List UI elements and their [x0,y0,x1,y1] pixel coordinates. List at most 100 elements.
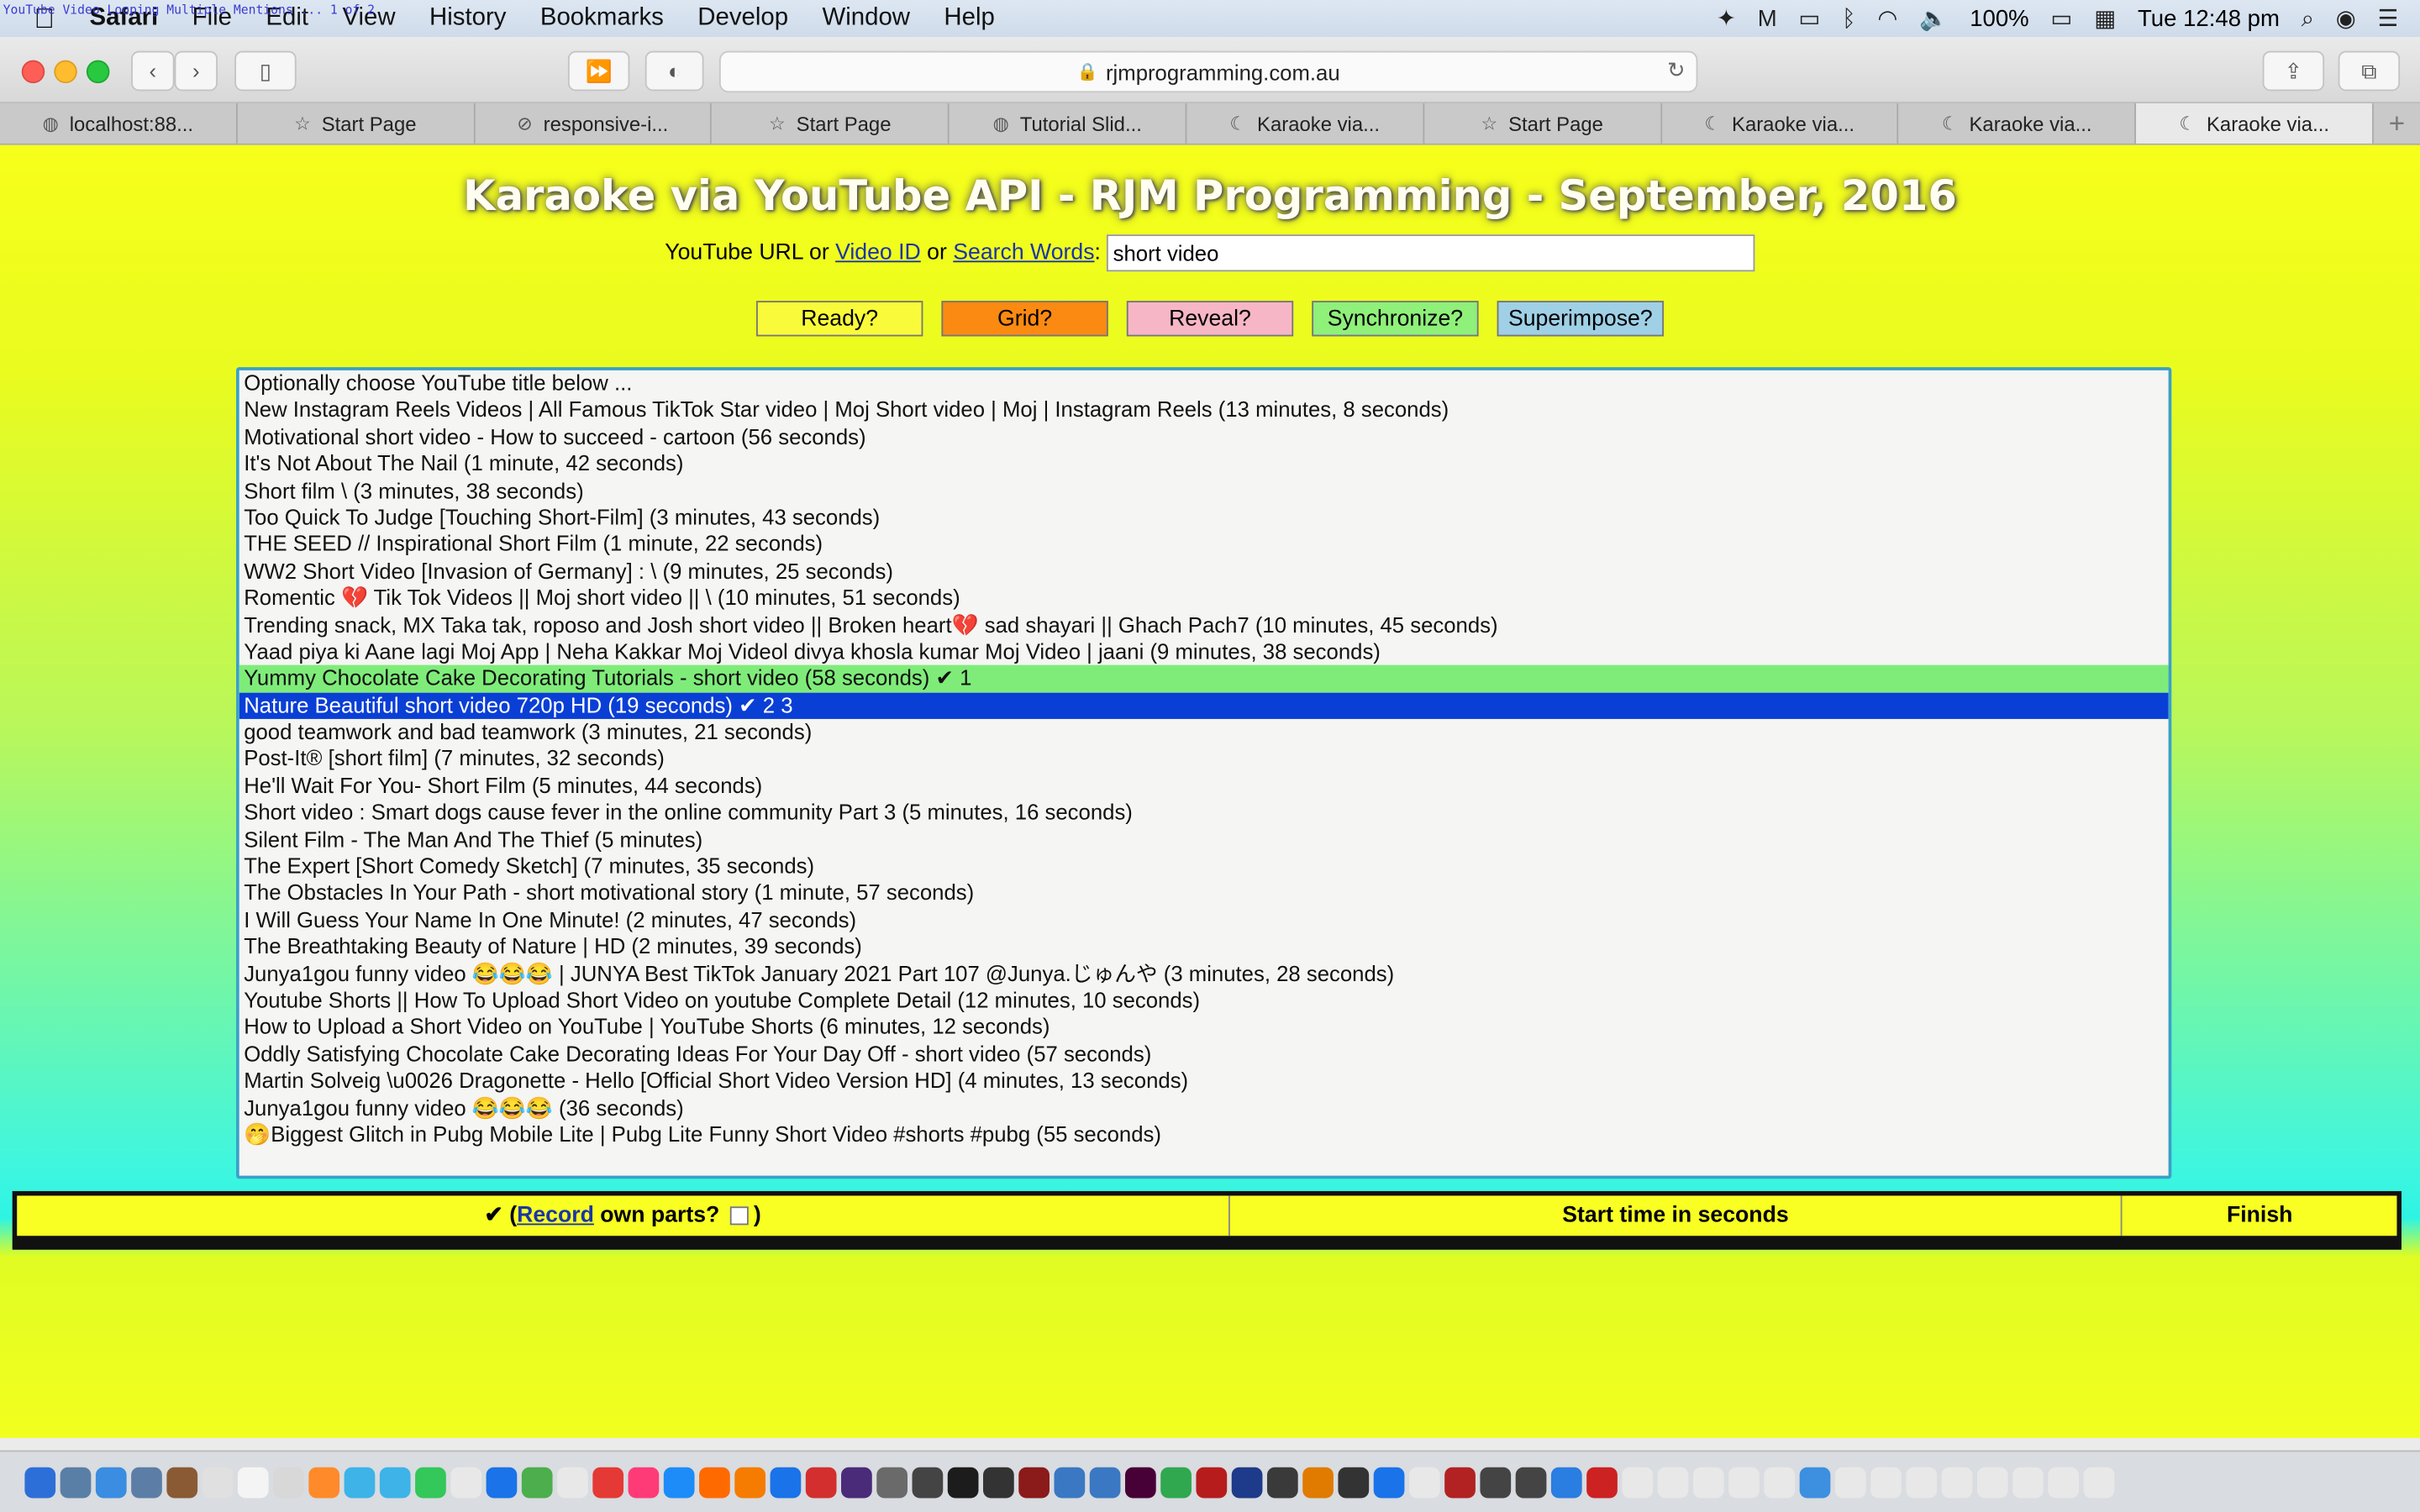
listbox-option[interactable]: Yaad piya ki Aane lagi Moj App | Neha Ka… [239,638,2169,665]
calendar-icon[interactable]: ▦ [2094,5,2116,32]
record-link[interactable]: Record [517,1204,594,1228]
airplay-icon[interactable]: ▭ [1798,5,1820,32]
dock-app-icon[interactable] [1728,1467,1760,1499]
listbox-option[interactable]: Optionally choose YouTube title below ..… [239,370,2169,397]
dock-app-icon[interactable] [1408,1467,1440,1499]
dock-app-icon[interactable] [841,1467,872,1499]
menu-history[interactable]: History [429,5,506,33]
tab-overview-button[interactable]: ⧉ [2338,50,2401,92]
listbox-option[interactable]: Silent Film - The Man And The Thief (5 m… [239,827,2169,853]
dock-app-icon[interactable] [1373,1467,1405,1499]
dock-app-icon[interactable] [1480,1467,1512,1499]
malwarebytes-icon[interactable]: M [1758,5,1777,31]
share-button[interactable]: ⇪ [2262,50,2325,92]
dock-app-icon[interactable] [308,1467,340,1499]
listbox-option[interactable]: Nature Beautiful short video 720p HD (19… [239,692,2169,720]
dock-app-icon[interactable] [1196,1467,1228,1499]
close-window-button[interactable] [21,60,45,84]
tab-4[interactable]: ◍ Tutorial Slid... [950,103,1187,144]
listbox-option[interactable]: good teamwork and bad teamwork (3 minute… [239,719,2169,746]
listbox-option[interactable]: Oddly Satisfying Chocolate Cake Decorati… [239,1041,2169,1068]
spotlight-search-icon[interactable]: ⌕ [2302,5,2314,31]
dock-app-icon[interactable] [486,1467,518,1499]
dock-app-icon[interactable] [912,1467,944,1499]
dock-app-icon[interactable] [237,1467,269,1499]
ready-button[interactable]: Ready? [756,301,923,337]
tab-6[interactable]: ☆ Start Page [1424,103,1662,144]
listbox-option[interactable]: Junya1gou funny video 😂😂😂 | JUNYA Best T… [239,961,2169,988]
synchronize-button[interactable]: Synchronize? [1312,301,1479,337]
dock-app-icon[interactable] [1657,1467,1689,1499]
back-button[interactable]: ‹ [131,50,175,92]
listbox-option[interactable]: Motivational short video - How to succee… [239,424,2169,451]
listbox-option[interactable]: The Expert [Short Comedy Sketch] (7 minu… [239,853,2169,880]
tab-7[interactable]: ☾ Karaoke via... [1661,103,1899,144]
dock-app-icon[interactable] [131,1467,162,1499]
extension-button[interactable]: ⏩ [567,50,630,92]
dock-app-icon[interactable] [1444,1467,1476,1499]
listbox-option[interactable]: Martin Solveig \u0026 Dragonette - Hello… [239,1068,2169,1095]
menu-develop[interactable]: Develop [697,5,788,33]
dock-app-icon[interactable] [1799,1467,1831,1499]
dock-app-icon[interactable] [1870,1467,1902,1499]
dock-app-icon[interactable] [1302,1467,1334,1499]
dock-app-icon[interactable] [592,1467,624,1499]
tab-8[interactable]: ☾ Karaoke via... [1899,103,2137,144]
tab-5[interactable]: ☾ Karaoke via... [1186,103,1424,144]
listbox-option[interactable]: Youtube Shorts || How To Upload Short Vi… [239,987,2169,1014]
dock-app-icon[interactable] [628,1467,660,1499]
menubar-clock[interactable]: Tue 12:48 pm [2138,5,2280,31]
dock-app-icon[interactable] [1586,1467,1618,1499]
menu-bookmarks[interactable]: Bookmarks [540,5,664,33]
zoom-window-button[interactable] [86,60,110,84]
menu-window[interactable]: Window [822,5,910,33]
listbox-option[interactable]: Junya1gou funny video 😂😂😂 (36 seconds) [239,1095,2169,1121]
wifi-icon[interactable]: ◠ [1877,5,1897,32]
listbox-option[interactable]: I Will Guess Your Name In One Minute! (2… [239,907,2169,934]
listbox-option[interactable]: It's Not About The Nail (1 minute, 42 se… [239,451,2169,478]
volume-icon[interactable]: 🔈 [1919,5,1948,32]
listbox-option[interactable]: Post-It® [short film] (7 minutes, 32 sec… [239,746,2169,773]
listbox-option[interactable]: Yummy Chocolate Cake Decorating Tutorial… [239,665,2169,693]
dock-app-icon[interactable] [1941,1467,1973,1499]
dock-app-icon[interactable] [876,1467,908,1499]
listbox-option[interactable]: Too Quick To Judge [Touching Short-Film]… [239,505,2169,532]
youtube-title-listbox[interactable]: Optionally choose YouTube title below ..… [236,367,2172,1179]
dock-app-icon[interactable] [1054,1467,1086,1499]
bluetooth-icon[interactable]: ᛒ [1842,5,1856,31]
listbox-option[interactable]: The Obstacles In Your Path - short motiv… [239,880,2169,907]
reload-icon[interactable]: ↻ [1667,57,1686,83]
listbox-option[interactable]: The Breathtaking Beauty of Nature | HD (… [239,934,2169,961]
dock-app-icon[interactable] [1089,1467,1121,1499]
dock-app-icon[interactable] [273,1467,304,1499]
dock-app-icon[interactable] [202,1467,234,1499]
listbox-option[interactable]: Trending snack, MX Taka tak, roposo and … [239,612,2169,638]
dock-app-icon[interactable] [60,1467,92,1499]
dock-app-icon[interactable] [1906,1467,1938,1499]
siri-icon[interactable]: ◉ [2336,5,2356,32]
listbox-option[interactable]: New Instagram Reels Videos | All Famous … [239,397,2169,424]
dock-app-icon[interactable] [1515,1467,1547,1499]
privacy-report-button[interactable]: ◐ [644,50,704,92]
new-tab-button[interactable]: + [2374,103,2420,144]
reveal-button[interactable]: Reveal? [1126,301,1294,337]
dock-app-icon[interactable] [947,1467,979,1499]
menu-help[interactable]: Help [944,5,994,33]
forward-button[interactable]: › [174,50,218,92]
dock-app-icon[interactable] [379,1467,411,1499]
dock-app-icon[interactable] [2083,1467,2115,1499]
tab-9[interactable]: ☾ Karaoke via... [2136,103,2374,144]
dock-app-icon[interactable] [1338,1467,1370,1499]
dock-app-icon[interactable] [2048,1467,2080,1499]
listbox-option[interactable]: How to Upload a Short Video on YouTube |… [239,1014,2169,1041]
dock-app-icon[interactable] [770,1467,802,1499]
minimize-window-button[interactable] [54,60,77,84]
dock-app-icon[interactable] [734,1467,766,1499]
listbox-option[interactable]: 🤭Biggest Glitch in Pubg Mobile Lite | Pu… [239,1121,2169,1148]
tab-3[interactable]: ☆ Start Page [712,103,950,144]
listbox-option[interactable]: THE SEED // Inspirational Short Film (1 … [239,531,2169,558]
dock-app-icon[interactable] [699,1467,730,1499]
dock-app-icon[interactable] [805,1467,837,1499]
dock-app-icon[interactable] [1764,1467,1796,1499]
tab-1[interactable]: ☆ Start Page [237,103,475,144]
